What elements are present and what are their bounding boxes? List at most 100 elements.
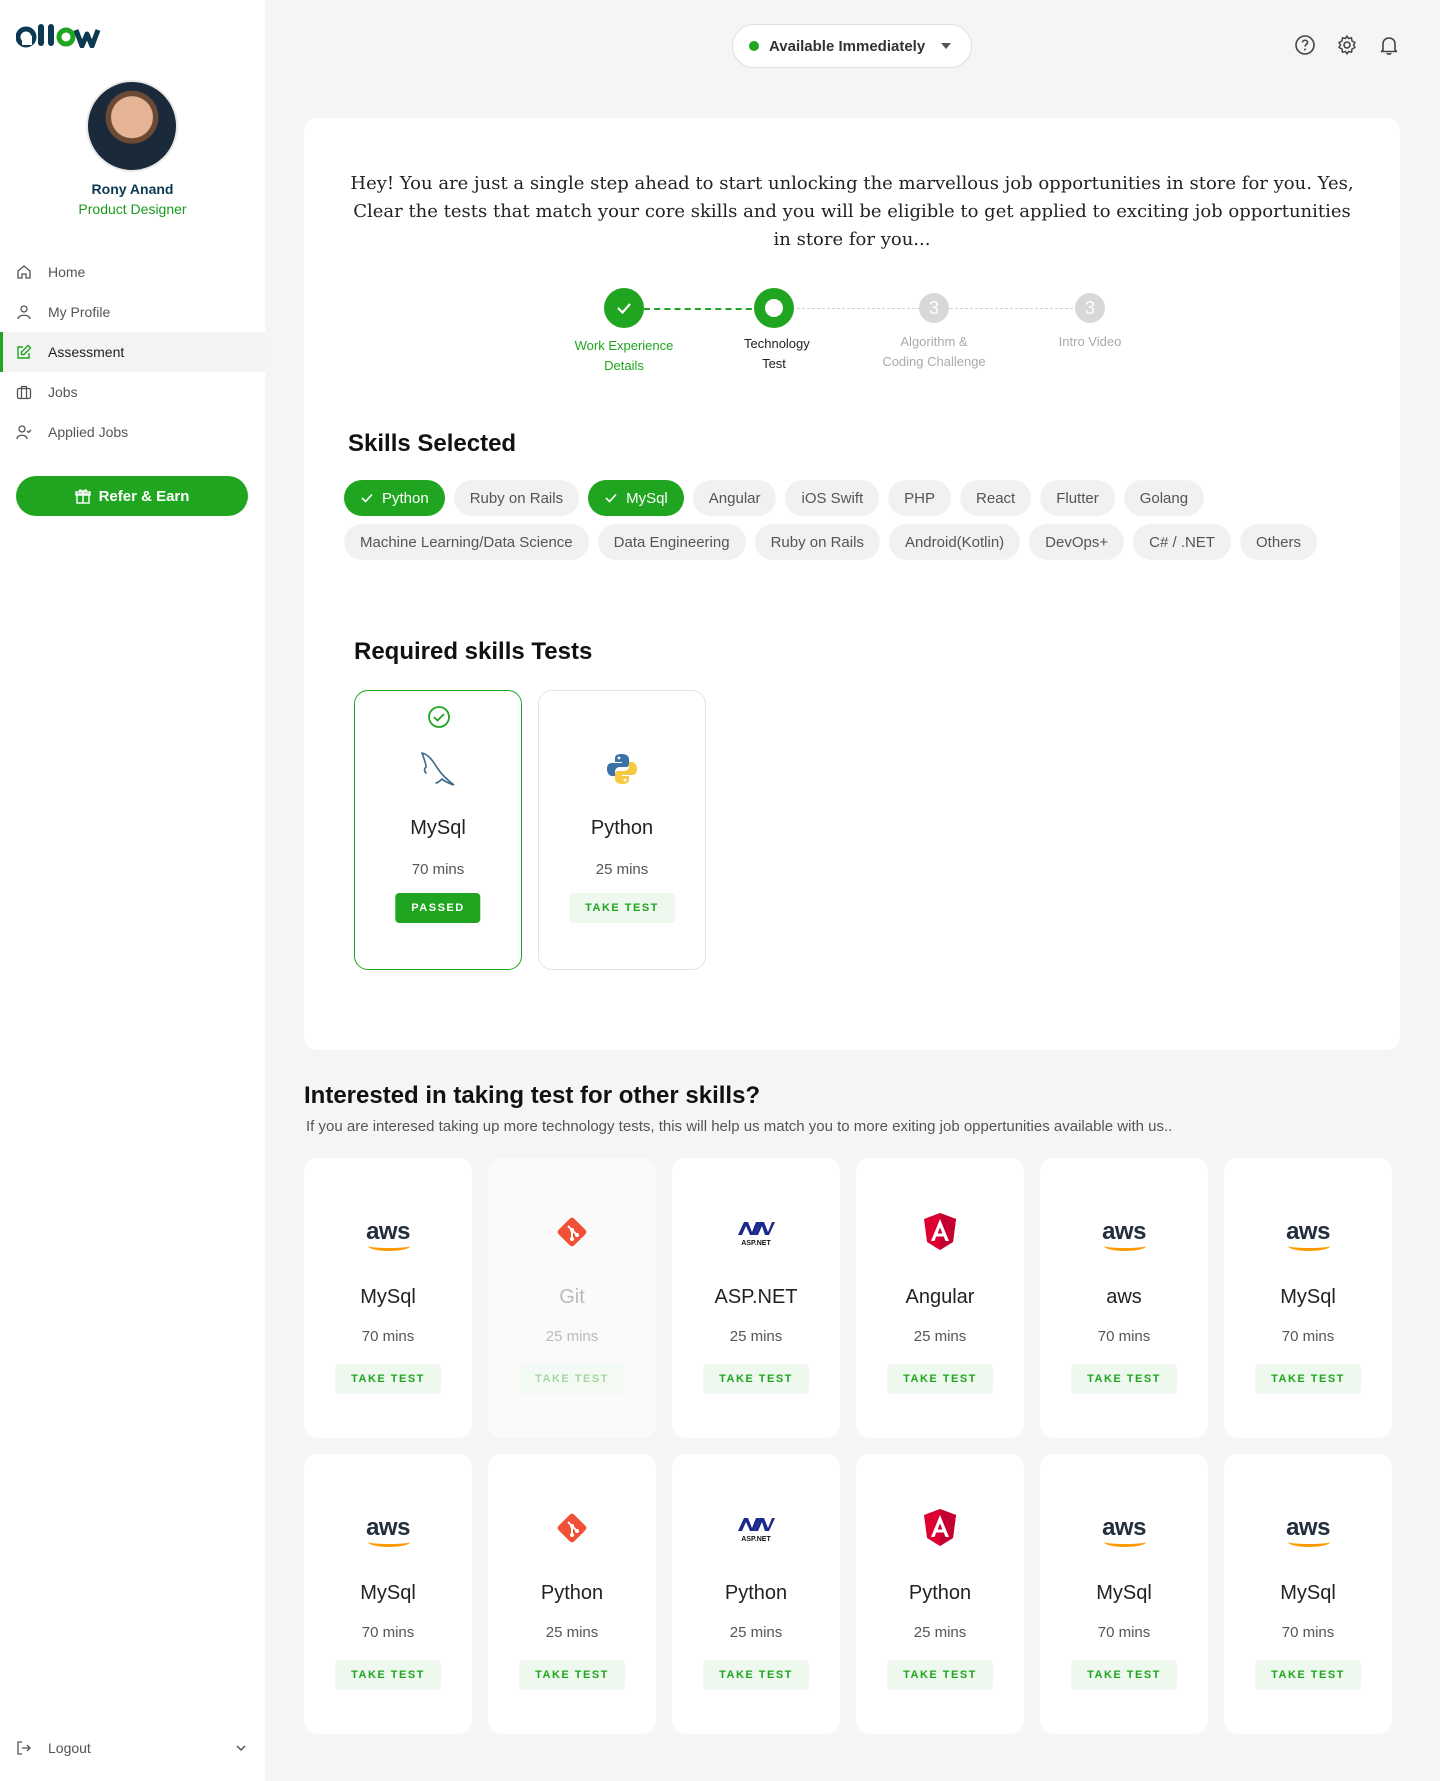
skill-chip[interactable]: Angular (692, 480, 777, 516)
logout-button[interactable]: Logout (16, 1740, 248, 1756)
skill-chip[interactable]: PHP (888, 480, 952, 516)
test-card[interactable]: ASP.NET Python 25 mins TAKE TEST (672, 1454, 840, 1734)
test-duration: 25 mins (913, 1624, 967, 1641)
take-test-button[interactable]: TAKE TEST (887, 1364, 993, 1394)
skill-chip[interactable]: iOS Swift (785, 480, 880, 516)
test-logo: ASP.NET (672, 1210, 840, 1254)
gear-icon[interactable] (1336, 34, 1358, 56)
aws-icon: aws (1286, 1218, 1330, 1251)
ellow-logo[interactable] (16, 22, 110, 48)
skill-chip[interactable]: Ruby on Rails (453, 480, 580, 516)
test-duration: 25 mins (729, 1328, 783, 1345)
aws-icon: aws (1102, 1514, 1146, 1547)
test-duration: 25 mins (913, 1328, 967, 1345)
skill-chip[interactable]: DevOps+ (1029, 524, 1125, 560)
skill-chip[interactable]: Data Engineering (597, 524, 746, 560)
take-test-button[interactable]: TAKE TEST (335, 1660, 441, 1690)
skill-chip-label: Angular (708, 489, 761, 507)
take-test-button[interactable]: TAKE TEST (1255, 1660, 1361, 1690)
sidebar-item-home[interactable]: Home (0, 252, 265, 292)
skill-chip[interactable]: Flutter (1040, 480, 1115, 516)
skill-chip[interactable]: MySql (588, 480, 684, 516)
briefcase-icon (16, 385, 32, 400)
skill-chip[interactable]: Android(Kotlin) (888, 524, 1021, 560)
mysql-dolphin-icon (355, 747, 521, 791)
test-duration: 70 mins (1281, 1624, 1335, 1641)
take-test-button[interactable]: TAKE TEST (887, 1660, 993, 1690)
skill-chip[interactable]: Ruby on Rails (754, 524, 880, 560)
skill-chip[interactable]: Golang (1123, 480, 1205, 516)
test-card[interactable]: Angular 25 mins TAKE TEST (856, 1158, 1024, 1438)
sidebar-item-label: Jobs (48, 384, 78, 400)
skill-chip[interactable]: Machine Learning/Data Science (344, 524, 589, 560)
skill-chip-label: PHP (904, 489, 936, 507)
take-test-button[interactable]: TAKE TEST (569, 893, 675, 923)
test-card-python[interactable]: Python 25 mins TAKE TEST (538, 690, 706, 970)
take-test-button[interactable]: TAKE TEST (1255, 1364, 1361, 1394)
take-test-button[interactable]: TAKE TEST (335, 1364, 441, 1394)
user-icon (17, 305, 31, 320)
skill-chip[interactable]: Python (344, 480, 445, 516)
test-duration: 70 mins (1281, 1328, 1335, 1345)
step-intro-video[interactable]: 3 Intro Video (1020, 288, 1160, 352)
user-name: Rony Anand (91, 181, 174, 197)
test-card[interactable]: Git 25 mins TAKE TEST (488, 1158, 656, 1438)
bell-icon[interactable] (1378, 34, 1400, 56)
test-card[interactable]: aws MySql 70 mins TAKE TEST (1224, 1454, 1392, 1734)
take-test-button[interactable]: TAKE TEST (1071, 1364, 1177, 1394)
skill-chip[interactable]: React (960, 480, 1032, 516)
skill-chip-label: MySql (626, 489, 668, 507)
take-test-button[interactable]: TAKE TEST (703, 1364, 809, 1394)
skills-selected-title: Skills Selected (348, 430, 517, 457)
test-card[interactable]: ASP.NET ASP.NET 25 mins TAKE TEST (672, 1158, 840, 1438)
sidebar-item-my-profile[interactable]: My Profile (0, 292, 265, 332)
skill-chip[interactable]: C# / .NET (1133, 524, 1231, 560)
step-technology-test[interactable]: Technology Test (704, 288, 844, 374)
test-duration: 25 mins (595, 861, 649, 878)
take-test-button[interactable]: TAKE TEST (519, 1364, 625, 1394)
sidebar-item-assessment[interactable]: Assessment (0, 332, 265, 372)
chevron-down-icon[interactable] (234, 1741, 248, 1755)
test-card[interactable]: Python 25 mins TAKE TEST (856, 1454, 1024, 1734)
test-name: Python (908, 1582, 972, 1604)
take-test-button[interactable]: TAKE TEST (1071, 1660, 1177, 1690)
test-card[interactable]: aws MySql 70 mins TAKE TEST (304, 1454, 472, 1734)
test-card[interactable]: aws MySql 70 mins TAKE TEST (1224, 1158, 1392, 1438)
help-icon[interactable] (1294, 34, 1316, 56)
refer-and-earn-button[interactable]: Refer & Earn (16, 476, 248, 516)
test-card[interactable]: Python 25 mins TAKE TEST (488, 1454, 656, 1734)
logout-label: Logout (48, 1740, 91, 1756)
test-card[interactable]: aws aws 70 mins TAKE TEST (1040, 1158, 1208, 1438)
test-card[interactable]: aws MySql 70 mins TAKE TEST (304, 1158, 472, 1438)
test-duration: 25 mins (729, 1624, 783, 1641)
test-card-mysql[interactable]: MySql 70 mins PASSED (354, 690, 522, 970)
test-duration: 70 mins (1097, 1328, 1151, 1345)
check-icon (605, 493, 617, 503)
test-logo (488, 1210, 656, 1254)
test-card[interactable]: aws MySql 70 mins TAKE TEST (1040, 1454, 1208, 1734)
test-name: MySql (360, 1582, 416, 1604)
take-test-button[interactable]: TAKE TEST (703, 1660, 809, 1690)
step-label: Algorithm & Coding Challenge (882, 334, 986, 369)
sidebar-item-jobs[interactable]: Jobs (0, 372, 265, 412)
step-label: Intro Video (1058, 334, 1122, 349)
step-work-experience[interactable]: Work Experience Details (554, 288, 694, 376)
take-test-button[interactable]: TAKE TEST (519, 1660, 625, 1690)
test-name: ASP.NET (714, 1286, 798, 1308)
test-name: Git (559, 1286, 585, 1308)
other-skills-title: Interested in taking test for other skil… (304, 1082, 761, 1109)
avatar[interactable] (86, 80, 178, 172)
skill-chip[interactable]: Others (1239, 524, 1317, 560)
logout-icon (17, 1741, 31, 1755)
sidebar-item-label: Applied Jobs (48, 424, 129, 440)
sidebar-item-applied-jobs[interactable]: Applied Jobs (0, 412, 265, 452)
step-future-circle: 3 (1075, 293, 1105, 323)
other-tests-grid: aws MySql 70 mins TAKE TEST Git 25 mins TAKE T… (304, 1158, 1404, 1734)
availability-dropdown[interactable]: Available Immediately (732, 24, 972, 68)
skill-chip-label: DevOps+ (1045, 533, 1109, 551)
git-icon (557, 1217, 587, 1247)
test-name: Python (590, 817, 654, 839)
test-duration: 70 mins (361, 1624, 415, 1641)
step-algorithm[interactable]: 3 Algorithm & Coding Challenge (864, 288, 1004, 372)
gift-icon (74, 489, 91, 504)
